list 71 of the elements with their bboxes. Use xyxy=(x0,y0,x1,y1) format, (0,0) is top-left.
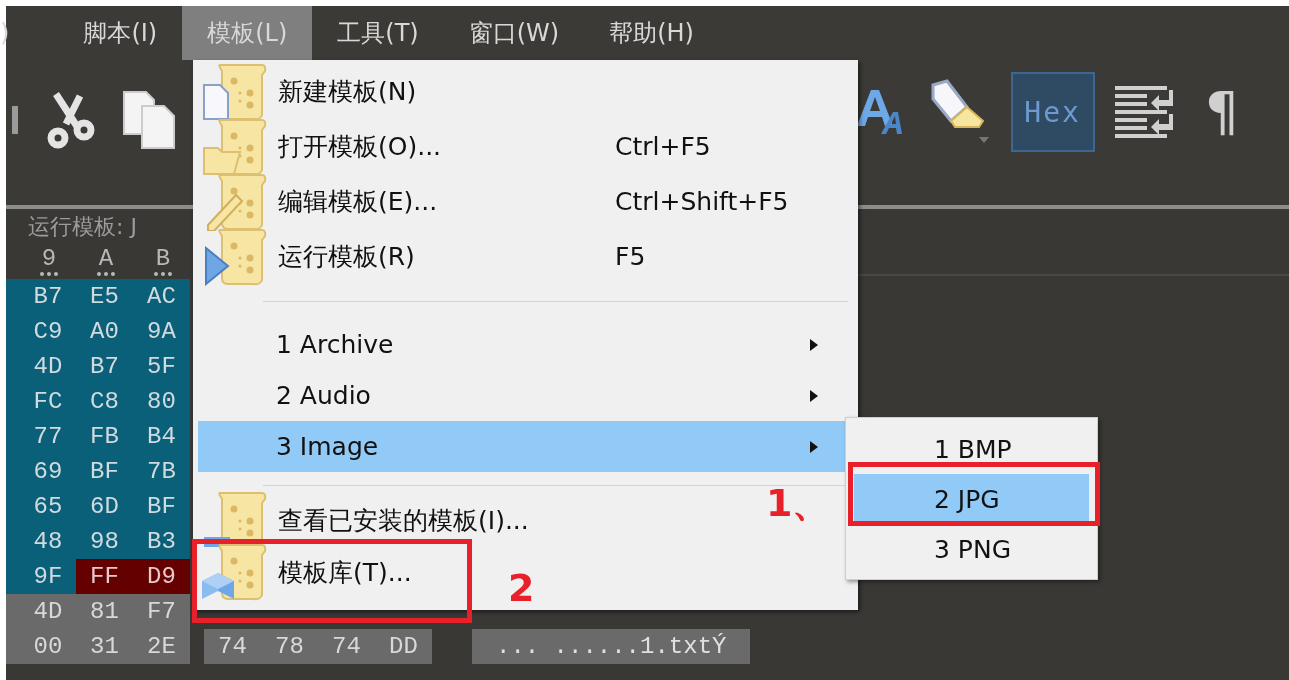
scroll-folder-icon xyxy=(202,117,268,176)
hex-cell: 7B xyxy=(133,454,190,489)
hex-cell: 48 xyxy=(6,524,76,559)
menu-bar-item[interactable]: 工具(T) xyxy=(312,6,444,60)
submenu-arrow-icon xyxy=(810,390,818,402)
hex-cell: 9A xyxy=(133,314,190,349)
hex-cell: A0 xyxy=(76,314,133,349)
hex-cell: B3 xyxy=(133,524,190,559)
menu-item[interactable]: 模板库(T)... xyxy=(198,546,420,598)
annotation-number: 1、 xyxy=(766,480,831,527)
menu-item-label: 运行模板(R) xyxy=(278,241,415,273)
hex-cell: BF xyxy=(133,489,190,524)
scroll-cube-icon xyxy=(202,543,268,601)
hex-cell: 69 xyxy=(6,454,76,489)
submenu-item[interactable]: 1 BMP xyxy=(854,424,1089,474)
submenu-item[interactable]: 2 JPG xyxy=(854,474,1089,524)
hex-cell: 98 xyxy=(76,524,133,559)
hex-cell: 81 xyxy=(76,594,133,629)
hex-cell: DD xyxy=(375,629,432,664)
hex-cell: 80 xyxy=(133,384,190,419)
hex-cell: B4 xyxy=(133,419,190,454)
submenu-item[interactable]: 2 Audio xyxy=(198,370,853,421)
ascii-text: ... ......1.txtÝ xyxy=(472,629,751,664)
hex-cell: 2E xyxy=(133,629,190,664)
template-status-label: 运行模板: J xyxy=(27,213,138,241)
scroll-play-icon xyxy=(202,227,268,286)
hex-cell: 9F xyxy=(6,559,76,594)
hex-cell: 4D xyxy=(6,349,76,384)
pilcrow-button[interactable]: ¶ xyxy=(1194,85,1253,139)
hex-cell: C8 xyxy=(76,384,133,419)
hex-cell: 65 xyxy=(6,489,76,524)
hex-cell: 4D xyxy=(6,594,76,629)
hex-cell: F7 xyxy=(133,594,190,629)
hex-cell: 5F xyxy=(133,349,190,384)
shortcut-label: Ctrl+F5 xyxy=(615,132,711,161)
submenu-item[interactable]: 3 PNG xyxy=(854,524,1089,574)
hex-cell: 78 xyxy=(261,629,318,664)
hex-cell: D9 xyxy=(133,559,190,594)
menu-item-label: 模板库(T)... xyxy=(278,556,412,589)
menu-item-label: 编辑模板(E)... xyxy=(278,186,438,218)
menu-item-label: 查看已安装的模板(I)... xyxy=(278,504,529,537)
hex-cell: 6D xyxy=(76,489,133,524)
hex-cell: 74 xyxy=(204,629,261,664)
hex-cell: FB xyxy=(76,419,133,454)
hex-cell: AC xyxy=(133,279,190,314)
hex-cell: FF xyxy=(76,559,133,594)
submenu-arrow-icon xyxy=(810,339,818,351)
hex-cell: 00 xyxy=(6,629,76,664)
submenu-arrow-icon xyxy=(810,441,818,453)
menu-bar-item[interactable]: 帮助(H) xyxy=(584,6,719,60)
menu-item-label: 打开模板(O)... xyxy=(278,131,442,163)
hex-cell: 77 xyxy=(6,419,76,454)
hex-cell: E5 xyxy=(76,279,133,314)
annotation-number: 2 xyxy=(508,566,535,610)
submenu-item[interactable]: 1 Archive xyxy=(198,319,853,370)
menu-item-label: 新建模板(N) xyxy=(278,76,417,108)
shortcut-label: F5 xyxy=(615,242,646,271)
copy-icon[interactable] xyxy=(122,90,178,150)
hex-cell: C9 xyxy=(6,314,76,349)
hex-cell: B7 xyxy=(76,349,133,384)
menu-bar-item[interactable]: 窗口(W) xyxy=(443,6,585,60)
hex-cell: B7 xyxy=(6,279,76,314)
hex-cell: FC xyxy=(6,384,76,419)
menu-item[interactable]: 新建模板(N) xyxy=(198,64,425,119)
hex-cell: BF xyxy=(76,454,133,489)
word-wrap-icon[interactable] xyxy=(1114,84,1175,140)
shortcut-label: Ctrl+Shift+F5 xyxy=(615,187,789,216)
menu-bar-item[interactable]: 脚本(I) xyxy=(58,6,183,60)
hex-cell: 74 xyxy=(318,629,375,664)
hex-cell: 31 xyxy=(76,629,133,664)
toolbar-separator xyxy=(12,106,18,134)
